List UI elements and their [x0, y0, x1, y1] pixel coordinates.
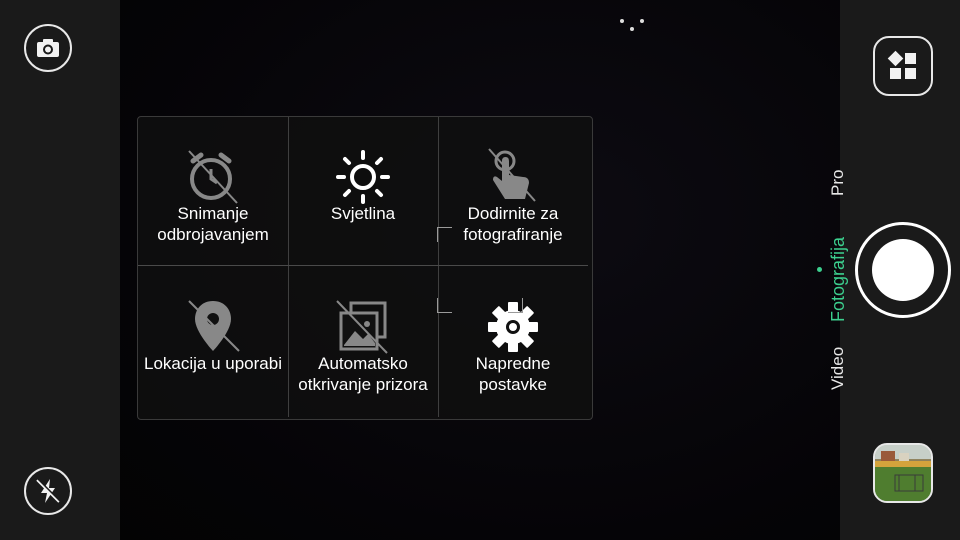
gallery-thumbnail[interactable]	[873, 443, 933, 503]
menu-item-location[interactable]: Lokacija u uporabi	[138, 267, 288, 417]
menu-item-scene-detection[interactable]: Automatsko otkrivanje prizora	[288, 267, 438, 417]
thumbnail-image	[875, 445, 931, 501]
menu-item-advanced-settings[interactable]: Napredne postavke	[438, 267, 588, 417]
mode-tab-photo[interactable]: Fotografija	[828, 237, 849, 322]
more-options-icon[interactable]	[618, 16, 648, 36]
timer-off-icon	[188, 150, 238, 204]
menu-item-brightness[interactable]: Svjetlina	[288, 117, 438, 267]
flash-off-icon	[36, 478, 61, 503]
switch-camera-icon	[37, 39, 59, 57]
shutter-inner	[872, 239, 934, 301]
menu-item-label: Svjetlina	[330, 204, 396, 223]
menu-item-label: Snimanje odbrojavanjem	[157, 204, 269, 244]
quick-settings-panel: Snimanje odbrojavanjem Svjetlina Dodirni…	[137, 116, 593, 420]
menu-item-timer[interactable]: Snimanje odbrojavanjem	[138, 117, 288, 267]
menu-item-touch-capture[interactable]: Dodirnite za fotografiranje	[438, 117, 588, 267]
focus-frame	[437, 227, 452, 242]
menu-item-label: Automatsko otkrivanje prizora	[298, 354, 428, 394]
modes-grid-icon	[887, 50, 916, 79]
left-control-bar	[0, 0, 120, 540]
active-mode-indicator	[817, 267, 822, 272]
shutter-button[interactable]	[855, 222, 951, 318]
location-off-icon	[188, 300, 240, 352]
flash-toggle-button[interactable]	[24, 467, 72, 515]
mode-tab-pro[interactable]: Pro	[828, 170, 848, 196]
modes-grid-button[interactable]	[873, 36, 933, 96]
switch-camera-button[interactable]	[24, 24, 72, 72]
menu-item-label: Dodirnite za fotografiranje	[463, 204, 563, 244]
scene-detect-off-icon	[336, 300, 388, 354]
brightness-icon	[336, 150, 390, 204]
focus-frame	[437, 298, 452, 313]
focus-frame	[508, 298, 523, 313]
menu-item-label: Lokacija u uporabi	[144, 354, 282, 373]
mode-tab-video[interactable]: Video	[828, 347, 848, 390]
menu-item-label: Napredne postavke	[475, 354, 551, 394]
touch-capture-off-icon	[488, 148, 536, 202]
